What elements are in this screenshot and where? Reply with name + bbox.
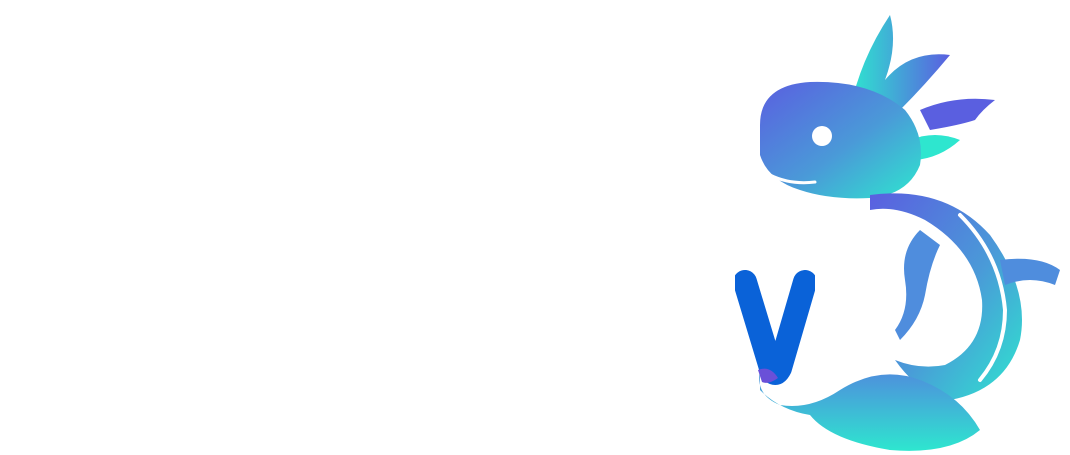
eye	[812, 126, 832, 146]
wordmark-text	[28, 178, 818, 388]
aquadev-logo: AquaDev	[0, 0, 1070, 455]
tail-tip	[758, 368, 778, 383]
gills-right	[920, 98, 995, 130]
back-leg	[1000, 258, 1060, 285]
body	[870, 193, 1022, 400]
front-leg	[895, 230, 940, 340]
axolotl-icon	[758, 15, 1060, 451]
